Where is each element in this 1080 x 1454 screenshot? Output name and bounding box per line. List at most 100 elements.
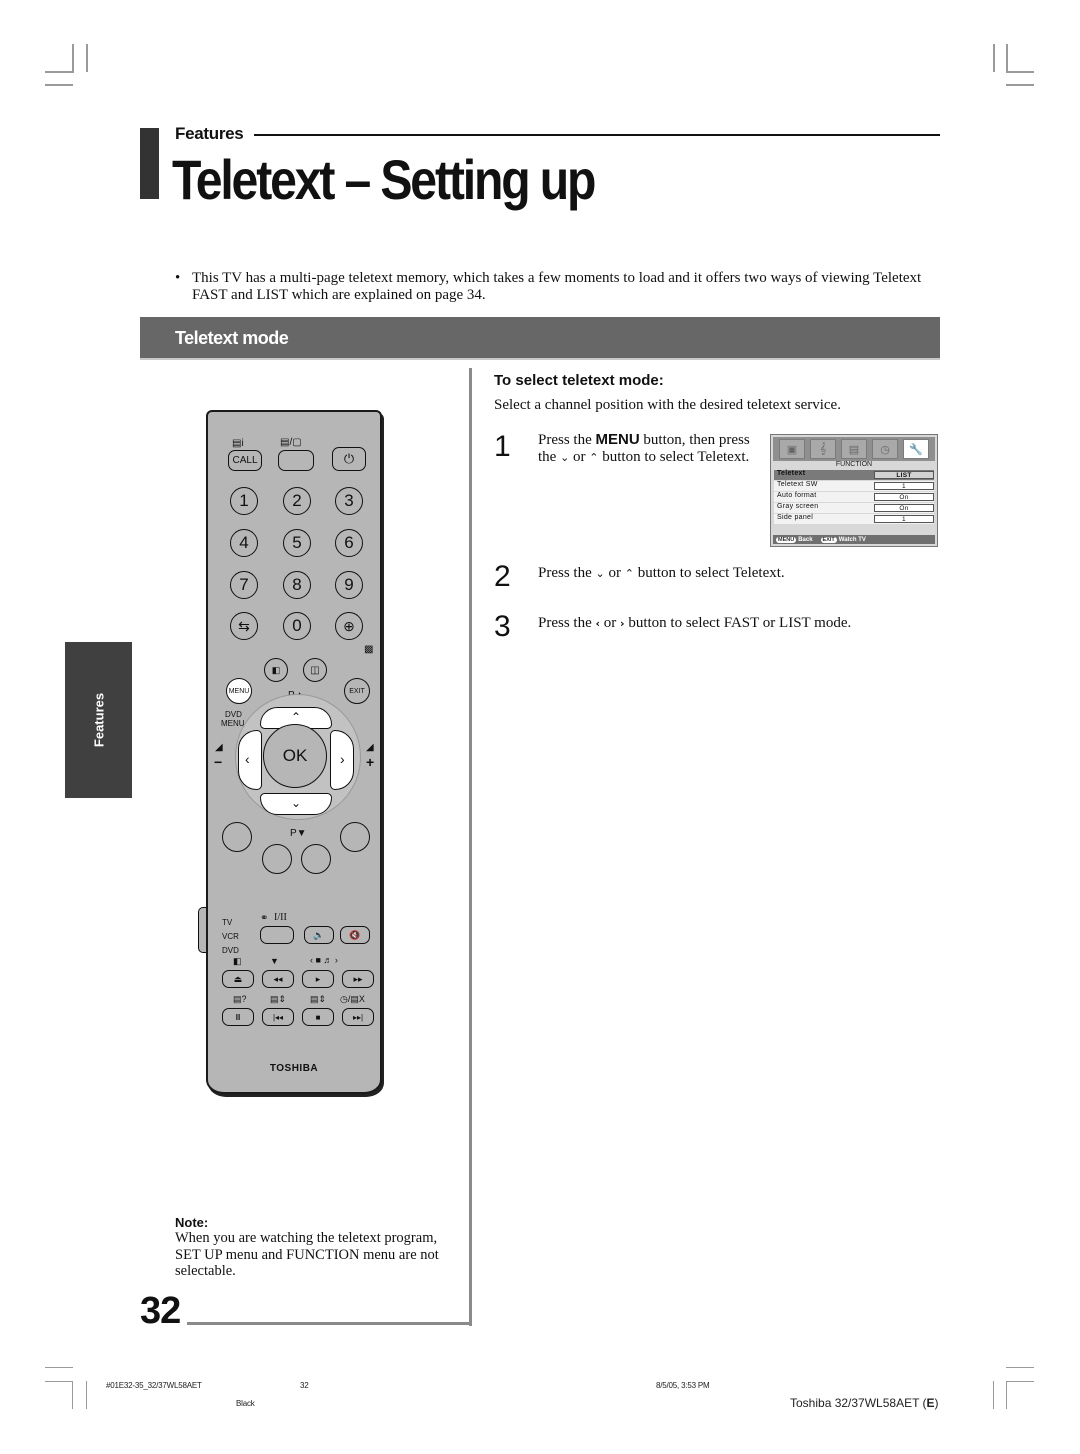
fast-forward-icon: ▸▸ bbox=[353, 973, 363, 984]
stop-button: ■ bbox=[302, 1008, 334, 1026]
crop-mark bbox=[45, 1367, 73, 1368]
dpad-left: ‹ bbox=[238, 730, 262, 790]
step-text: Press the bbox=[538, 565, 596, 581]
source-vcr-label: VCR bbox=[222, 932, 239, 941]
exit-label: EXIT bbox=[349, 687, 365, 695]
num-button-7: 7 bbox=[230, 571, 258, 599]
num-label: 6 bbox=[344, 533, 354, 552]
num-label: 1 bbox=[239, 491, 249, 510]
num-label: 5 bbox=[292, 533, 302, 552]
volume-icon: ◢ bbox=[366, 742, 374, 753]
feature-icon: ▤ bbox=[841, 439, 867, 459]
menu-row-teletext-sw: Teletext SW 1 bbox=[774, 481, 934, 491]
menu-key-icon: MENU bbox=[776, 536, 797, 543]
exit-hint: EXIT Watch TV bbox=[820, 536, 866, 543]
teletext-mix-icon: ▤/▢ bbox=[280, 437, 302, 448]
row-label: Auto format bbox=[777, 492, 817, 499]
skip-forward-icon: ▸▸| bbox=[352, 1012, 364, 1022]
intro-paragraph: • This TV has a multi-page teletext memo… bbox=[175, 270, 945, 304]
call-button: CALL bbox=[228, 450, 262, 471]
bullet: • bbox=[175, 270, 181, 286]
input-icon: ⊕ bbox=[343, 617, 355, 634]
up-chevron-icon: ⌃ bbox=[624, 567, 634, 580]
num-label: 9 bbox=[344, 575, 354, 594]
sound-icon: 𝄞 bbox=[810, 439, 836, 459]
model-edition: E bbox=[926, 1396, 935, 1410]
column-border bbox=[469, 368, 472, 1326]
play-icon: ▸ bbox=[315, 973, 321, 984]
up-chevron-icon: ⌃ bbox=[589, 451, 599, 464]
crop-mark bbox=[1006, 71, 1034, 73]
power-button: ⏻ bbox=[332, 447, 366, 471]
page-number-rule bbox=[187, 1322, 472, 1325]
model-text: Toshiba 32/37WL58AET ( bbox=[790, 1396, 927, 1410]
picture-size-button: ◧ bbox=[264, 658, 288, 682]
procedure-intro: Select a channel position with the desir… bbox=[494, 397, 841, 413]
step-text: button to select Teletext. bbox=[598, 449, 750, 465]
source-tv-label: TV bbox=[222, 918, 233, 927]
page-number: 32 bbox=[140, 1290, 181, 1332]
teletext-hold-icon: ◧ bbox=[233, 956, 242, 966]
color-button-blue bbox=[340, 822, 370, 852]
step-number: 2 bbox=[494, 560, 511, 593]
down-chevron-icon: ⌄ bbox=[595, 567, 605, 580]
timer-icon: ◷/▤X bbox=[340, 994, 365, 1004]
teletext-button bbox=[278, 450, 314, 471]
teletext-question-icon: ▤? bbox=[233, 994, 247, 1004]
footer-color-plate: Black bbox=[236, 1399, 255, 1408]
step-text: button to select FAST or LIST mode. bbox=[624, 615, 852, 631]
dpad-down: ⌄ bbox=[260, 793, 332, 815]
crop-mark bbox=[1006, 84, 1034, 86]
skip-back-icon: |◂◂ bbox=[272, 1012, 284, 1022]
play-button: ▸ bbox=[302, 970, 334, 988]
up-arrow-icon: ⌃ bbox=[291, 710, 302, 724]
num-button-1: 1 bbox=[230, 487, 258, 515]
remote-control-illustration: ▤i CALL ▤/▢ ⏻ 1 2 3 4 5 6 7 8 9 ⇆ 0 ⊕ ▩ … bbox=[206, 410, 382, 1094]
rewind-icon: ◂◂ bbox=[273, 973, 283, 984]
pause-icon: II bbox=[235, 1012, 241, 1022]
function-menu-screen: ▣ 𝄞 ▤ ◷ 🔧 FUNCTION Teletext LIST Teletex… bbox=[770, 434, 938, 547]
back-label: Back bbox=[798, 536, 813, 543]
num-label: 2 bbox=[292, 491, 302, 510]
section-title: Teletext mode bbox=[175, 328, 289, 348]
row-value: 1 bbox=[874, 514, 934, 523]
program-down-label: P▼ bbox=[290, 828, 307, 839]
sub-page-icon: ‹ ■ ♬ › bbox=[310, 955, 338, 965]
num-button-5: 5 bbox=[283, 529, 311, 557]
step-number: 1 bbox=[494, 430, 511, 463]
ok-button: OK bbox=[263, 724, 327, 788]
step-2: 2 bbox=[494, 562, 511, 592]
menu-tab-bar: ▣ 𝄞 ▤ ◷ 🔧 bbox=[773, 437, 935, 461]
side-tab: Features bbox=[65, 642, 132, 798]
row-label: Teletext bbox=[777, 470, 806, 477]
back-hint: MENU Back bbox=[776, 536, 813, 543]
wide-icon: ◫ bbox=[310, 664, 320, 676]
volume-icon: ◢ bbox=[215, 742, 223, 753]
num-label: 0 bbox=[292, 616, 302, 635]
volume-down-label: − bbox=[214, 754, 223, 770]
dvd-menu-label-1: DVD bbox=[225, 710, 242, 719]
exit-button: EXIT bbox=[344, 678, 370, 704]
row-value: LIST bbox=[874, 470, 934, 479]
pause-button: II bbox=[222, 1008, 254, 1026]
stop-icon: ■ bbox=[315, 1012, 321, 1022]
right-arrow-icon: › bbox=[340, 751, 345, 767]
footer-model: Toshiba 32/37WL58AET (E) bbox=[790, 1396, 939, 1410]
teletext-page-icon: ▤⇕ bbox=[310, 994, 327, 1004]
picture-size-icon: ◧ bbox=[271, 664, 281, 675]
wide-button: ◫ bbox=[303, 658, 327, 682]
crop-mark bbox=[993, 44, 995, 72]
menu-label: MENU bbox=[228, 687, 250, 695]
menu-row-gray-screen: Gray screen On bbox=[774, 503, 934, 513]
down-chevron-icon: ⌄ bbox=[560, 451, 570, 464]
stereo-label: I/II bbox=[274, 912, 287, 923]
eject-button: ⏏ bbox=[222, 970, 254, 988]
input-button: ⊕ bbox=[335, 612, 363, 640]
num-button-9: 9 bbox=[335, 571, 363, 599]
rewind-button: ◂◂ bbox=[262, 970, 294, 988]
footer-file-id: #01E32-35_32/37WL58AET bbox=[106, 1381, 202, 1390]
side-tab-label: Features bbox=[91, 692, 106, 748]
footer-date: 8/5/05, 3:53 PM bbox=[656, 1381, 710, 1390]
teletext-size-icon: ▤⇕ bbox=[270, 994, 287, 1004]
header-rule bbox=[254, 134, 940, 136]
